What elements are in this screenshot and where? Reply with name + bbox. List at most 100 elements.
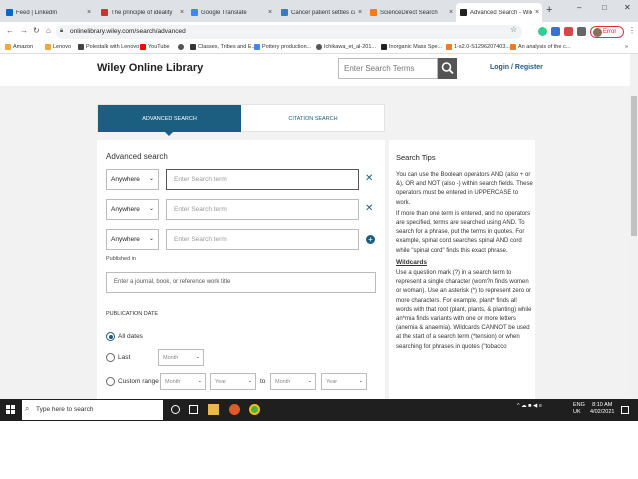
taskbar-clock[interactable]: 8:10 AM 4/02/2021 bbox=[590, 402, 614, 416]
published-in-input[interactable]: Enter a journal, book, or reference work… bbox=[106, 272, 376, 293]
extension-icon[interactable] bbox=[551, 27, 560, 36]
tab-sciencedirect[interactable]: ScienceDirect Search × bbox=[366, 3, 456, 22]
browser-tab-strip: Feed | LinkedIn × The principle of ideal… bbox=[0, 0, 638, 22]
chrome-icon[interactable] bbox=[249, 404, 260, 415]
tab-advanced-search[interactable]: ADVANCED SEARCH bbox=[98, 105, 241, 136]
tab-citation-search[interactable]: CITATION SEARCH bbox=[241, 105, 385, 132]
folder-icon bbox=[5, 44, 11, 50]
tab-principle-of-ideality[interactable]: The principle of ideality × bbox=[97, 3, 187, 22]
field-select-1[interactable]: Anywhere ⌄ bbox=[106, 169, 159, 190]
search-term-input-2[interactable]: Enter Search term bbox=[166, 199, 359, 220]
url-bar[interactable]: 🔒︎ onlinelibrary.wiley.com/search/advanc… bbox=[56, 25, 522, 39]
menu-dots-icon[interactable]: ⋮ bbox=[628, 26, 636, 35]
bookmark-item[interactable]: Ichikawa_et_al-201... bbox=[316, 44, 376, 50]
back-arrow-icon[interactable]: ← bbox=[6, 26, 14, 35]
site-header: Wiley Online Library Enter Search Terms … bbox=[0, 54, 630, 86]
notifications-icon[interactable] bbox=[621, 406, 629, 414]
folder-icon bbox=[45, 44, 51, 50]
windows-start-icon[interactable] bbox=[6, 405, 15, 414]
bookmarks-overflow-icon[interactable]: » bbox=[625, 44, 628, 50]
forward-arrow-icon[interactable]: → bbox=[20, 26, 28, 35]
login-register-link[interactable]: Login / Register bbox=[490, 64, 543, 71]
bookmark-star-icon[interactable]: ☆ bbox=[510, 25, 517, 34]
new-tab-button[interactable]: + bbox=[546, 4, 552, 16]
file-explorer-icon[interactable] bbox=[208, 404, 219, 415]
search-term-input-3[interactable]: Enter Search term bbox=[166, 229, 359, 250]
radio-last[interactable] bbox=[106, 353, 115, 362]
task-view-icon[interactable] bbox=[189, 405, 198, 414]
reload-icon[interactable]: ↻ bbox=[33, 26, 40, 35]
bookmark-item[interactable]: 1-s2.0-S1296207403... bbox=[446, 44, 510, 50]
to-year-select[interactable]: Year ⌄ bbox=[321, 373, 367, 390]
minimize-button[interactable]: – bbox=[577, 3, 581, 12]
search-term-input-1[interactable]: Enter Search term bbox=[166, 169, 359, 190]
maximize-button[interactable]: □ bbox=[602, 3, 607, 12]
tips-body: You can use the Boolean operators AND (a… bbox=[396, 171, 534, 354]
google-icon bbox=[254, 44, 260, 50]
url-text: onlinelibrary.wiley.com/search/advanced bbox=[70, 28, 186, 35]
scrollbar-thumb[interactable] bbox=[631, 96, 637, 236]
wildcards-heading: Wildcards bbox=[396, 258, 428, 266]
close-icon[interactable]: × bbox=[84, 9, 94, 16]
site-search-input[interactable]: Enter Search Terms bbox=[338, 58, 438, 79]
field-select-2[interactable]: Anywhere ⌄ bbox=[106, 199, 159, 220]
bookmark-item[interactable]: Pottery production... bbox=[254, 44, 311, 50]
field-select-3[interactable]: Anywhere ⌄ bbox=[106, 229, 159, 250]
bookmark-item[interactable]: Lenovo bbox=[45, 44, 71, 50]
tab-wiley-advanced-search[interactable]: Advanced Search - Wiley Or × bbox=[456, 3, 542, 22]
document-icon bbox=[101, 9, 108, 16]
puzzle-icon[interactable] bbox=[577, 27, 586, 36]
site-search-button[interactable] bbox=[438, 58, 457, 79]
google-translate-icon bbox=[191, 9, 198, 16]
radio-label: Last bbox=[118, 354, 131, 361]
extension-icon[interactable] bbox=[564, 27, 573, 36]
close-icon[interactable]: × bbox=[177, 9, 187, 16]
bookmark-item[interactable]: Inorganic Mass Spe... bbox=[381, 44, 442, 50]
site-logo[interactable]: Wiley Online Library bbox=[97, 62, 203, 74]
radio-all-dates[interactable] bbox=[106, 332, 115, 341]
tab-title: ScienceDirect Search bbox=[380, 9, 438, 16]
radio-custom-range[interactable] bbox=[106, 377, 115, 386]
address-bar-row: ← → ↻ ⌂ 🔒︎ onlinelibrary.wiley.com/searc… bbox=[0, 22, 638, 41]
tab-cancer-patient[interactable]: Cancer patient settles case · × bbox=[277, 3, 365, 22]
taskbar-search-input[interactable]: ⌕ Type here to search bbox=[22, 400, 163, 420]
app-icon[interactable] bbox=[229, 404, 240, 415]
tab-title: Feed | LinkedIn bbox=[16, 9, 58, 16]
search-icon: ⌕ bbox=[25, 404, 30, 413]
tab-google-translate[interactable]: Google Translate × bbox=[187, 3, 275, 22]
bookmark-item[interactable]: Amazon bbox=[5, 44, 33, 50]
bookmark-item[interactable]: An analysis of the c... bbox=[510, 44, 570, 50]
extension-icon[interactable] bbox=[538, 27, 547, 36]
chevron-down-icon: ⌄ bbox=[307, 378, 312, 384]
language-indicator[interactable]: ENG UK bbox=[573, 402, 585, 416]
profile-button[interactable]: Error bbox=[590, 26, 624, 38]
bookmark-item[interactable]: Polestalk with Lenovo bbox=[78, 44, 139, 50]
published-in-label: Published in bbox=[106, 256, 136, 262]
add-row-button[interactable]: + bbox=[366, 235, 375, 244]
to-month-select[interactable]: Month ⌄ bbox=[270, 373, 316, 390]
tab-linkedin[interactable]: Feed | LinkedIn × bbox=[2, 3, 94, 22]
bookmark-item[interactable]: Classes, Tribes and E... bbox=[190, 44, 256, 50]
last-period-select[interactable]: Month ⌄ bbox=[158, 349, 204, 366]
close-window-button[interactable]: ✕ bbox=[624, 3, 631, 12]
close-icon[interactable]: × bbox=[355, 9, 365, 16]
close-icon[interactable]: × bbox=[446, 9, 456, 16]
bookmark-icon bbox=[190, 44, 196, 50]
system-tray-icons[interactable]: ^ ☁ ■ ◀ ≡ bbox=[517, 403, 542, 409]
close-icon[interactable]: × bbox=[265, 9, 275, 16]
bookmark-item[interactable]: YouTube bbox=[140, 44, 170, 50]
from-month-select[interactable]: Month ⌄ bbox=[160, 373, 206, 390]
chevron-down-icon: ⌄ bbox=[197, 378, 202, 384]
bookmark-item[interactable] bbox=[178, 44, 186, 50]
from-year-select[interactable]: Year ⌄ bbox=[210, 373, 256, 390]
cortana-icon[interactable] bbox=[171, 405, 180, 414]
close-icon[interactable]: × bbox=[532, 9, 542, 16]
bookmark-icon bbox=[381, 44, 387, 50]
chevron-down-icon: ⌄ bbox=[148, 236, 154, 242]
remove-row-button-1[interactable]: ✕ bbox=[365, 173, 373, 184]
remove-row-button-2[interactable]: ✕ bbox=[365, 203, 373, 214]
home-icon[interactable]: ⌂ bbox=[46, 26, 51, 35]
advanced-search-form: Advanced search Anywhere ⌄ Enter Search t… bbox=[97, 140, 385, 399]
chevron-down-icon: ⌄ bbox=[148, 176, 154, 182]
globe-icon bbox=[316, 44, 322, 50]
